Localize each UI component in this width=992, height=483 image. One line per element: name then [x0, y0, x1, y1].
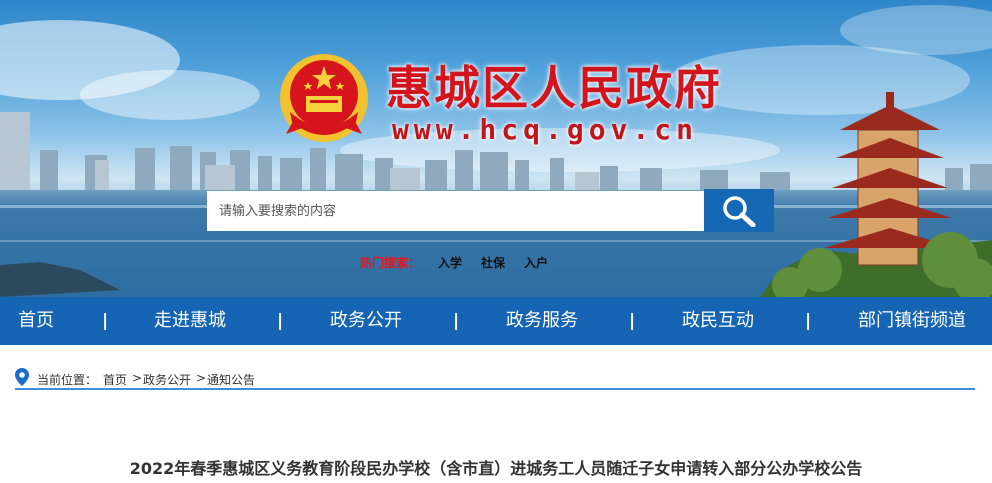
article-title: 2022年春季惠城区义务教育阶段民办学校（含市直）进城务工人员随迁子女申请转入部… [129, 459, 863, 478]
breadcrumb-link-gov-info[interactable]: 政务公开 [143, 371, 191, 388]
breadcrumb-link-notices[interactable]: 通知公告 [207, 371, 255, 388]
location-pin-icon [15, 368, 29, 386]
nav-item-home[interactable]: 首页 [18, 297, 54, 345]
breadcrumb-separator: > [132, 371, 143, 385]
city-skyline-background [0, 5, 992, 297]
nav-item-services[interactable]: 政务服务 [506, 297, 578, 345]
nav-separator: | [277, 311, 284, 331]
national-emblem-icon [280, 54, 368, 142]
search-button[interactable] [704, 189, 774, 232]
hot-search: 热门搜索： 入学 社保 入户 [360, 254, 567, 270]
hot-search-item[interactable]: 社保 [481, 254, 505, 271]
site-title: 惠城区人民政府 [386, 61, 722, 115]
nav-item-about[interactable]: 走进惠城 [154, 297, 226, 345]
nav-item-departments[interactable]: 部门镇街频道 [858, 297, 966, 345]
nav-separator: | [453, 311, 460, 331]
nav-separator: | [102, 311, 109, 331]
site-url: www.hcq.gov.cn [392, 113, 699, 146]
nav-item-interaction[interactable]: 政民互动 [682, 297, 754, 345]
hot-search-item[interactable]: 入户 [524, 254, 548, 271]
nav-separator: | [805, 311, 812, 331]
breadcrumb-label: 当前位置： [37, 373, 98, 387]
breadcrumb: 当前位置： 首页 > 政务公开 > 通知公告 [15, 366, 975, 390]
search-input[interactable] [207, 191, 704, 231]
header-banner: 惠城区人民政府 www.hcq.gov.cn 热门搜索： 入学 社保 入户 [0, 0, 992, 297]
breadcrumb-link-home[interactable]: 首页 [103, 371, 127, 388]
search-icon [723, 195, 756, 227]
hot-search-label: 热门搜索： [360, 255, 421, 270]
breadcrumb-separator: > [196, 371, 207, 385]
nav-item-gov-info[interactable]: 政务公开 [330, 297, 402, 345]
main-nav: 首页 | 走进惠城 | 政务公开 | 政务服务 | 政民互动 | 部门镇街频道 [0, 297, 992, 345]
nav-separator: | [629, 311, 636, 331]
hot-search-item[interactable]: 入学 [438, 254, 462, 271]
